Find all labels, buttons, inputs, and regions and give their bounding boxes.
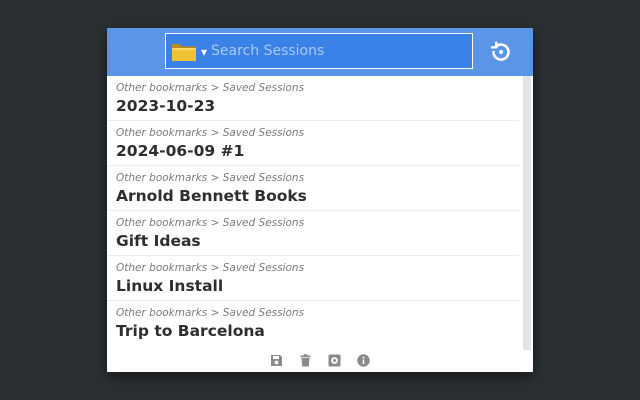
session-item[interactable]: Other bookmarks > Saved Sessions Trip to… bbox=[107, 301, 519, 346]
sessions-popup: ▾ Other bookmarks > Saved Sessions 2023-… bbox=[107, 28, 533, 372]
chevron-down-icon: ▾ bbox=[201, 44, 208, 59]
session-path: Other bookmarks > Saved Sessions bbox=[116, 127, 305, 139]
session-item[interactable]: Other bookmarks > Saved Sessions 2024-06… bbox=[107, 121, 519, 166]
header-bar: ▾ bbox=[107, 28, 533, 76]
folder-icon bbox=[171, 40, 197, 62]
session-item[interactable]: Other bookmarks > Saved Sessions Linux I… bbox=[107, 256, 519, 301]
delete-button[interactable] bbox=[299, 352, 312, 371]
folder-dropdown-button[interactable]: ▾ bbox=[171, 36, 207, 66]
session-title: Gift Ideas bbox=[116, 232, 201, 250]
session-path: Other bookmarks > Saved Sessions bbox=[116, 262, 305, 274]
settings-button[interactable] bbox=[328, 352, 341, 371]
scrollbar-thumb[interactable] bbox=[523, 76, 531, 350]
session-list: Other bookmarks > Saved Sessions 2023-10… bbox=[107, 76, 523, 350]
session-title: 2023-10-23 bbox=[116, 97, 216, 115]
session-path: Other bookmarks > Saved Sessions bbox=[116, 217, 305, 229]
save-icon bbox=[270, 352, 283, 371]
session-item[interactable]: Other bookmarks > Saved Sessions Arnold … bbox=[107, 166, 519, 211]
session-title: Arnold Bennett Books bbox=[116, 187, 307, 205]
footer-toolbar bbox=[107, 350, 533, 372]
info-icon bbox=[357, 352, 370, 371]
info-button[interactable] bbox=[357, 352, 370, 371]
session-path: Other bookmarks > Saved Sessions bbox=[116, 82, 305, 94]
session-path: Other bookmarks > Saved Sessions bbox=[116, 172, 305, 184]
restore-icon bbox=[487, 41, 515, 70]
session-title: Linux Install bbox=[116, 277, 224, 295]
save-button[interactable] bbox=[270, 352, 283, 371]
session-path: Other bookmarks > Saved Sessions bbox=[116, 307, 305, 319]
trash-icon bbox=[299, 352, 312, 371]
session-item[interactable]: Other bookmarks > Saved Sessions Gift Id… bbox=[107, 211, 519, 256]
session-item[interactable]: Other bookmarks > Saved Sessions 2023-10… bbox=[107, 76, 519, 121]
search-input[interactable] bbox=[211, 36, 472, 66]
settings-icon bbox=[328, 352, 341, 371]
restore-button[interactable] bbox=[487, 38, 515, 66]
session-title: Trip to Barcelona bbox=[116, 322, 265, 340]
scrollbar[interactable] bbox=[523, 76, 531, 350]
search-box: ▾ bbox=[165, 33, 473, 69]
session-title: 2024-06-09 #1 bbox=[116, 142, 245, 160]
